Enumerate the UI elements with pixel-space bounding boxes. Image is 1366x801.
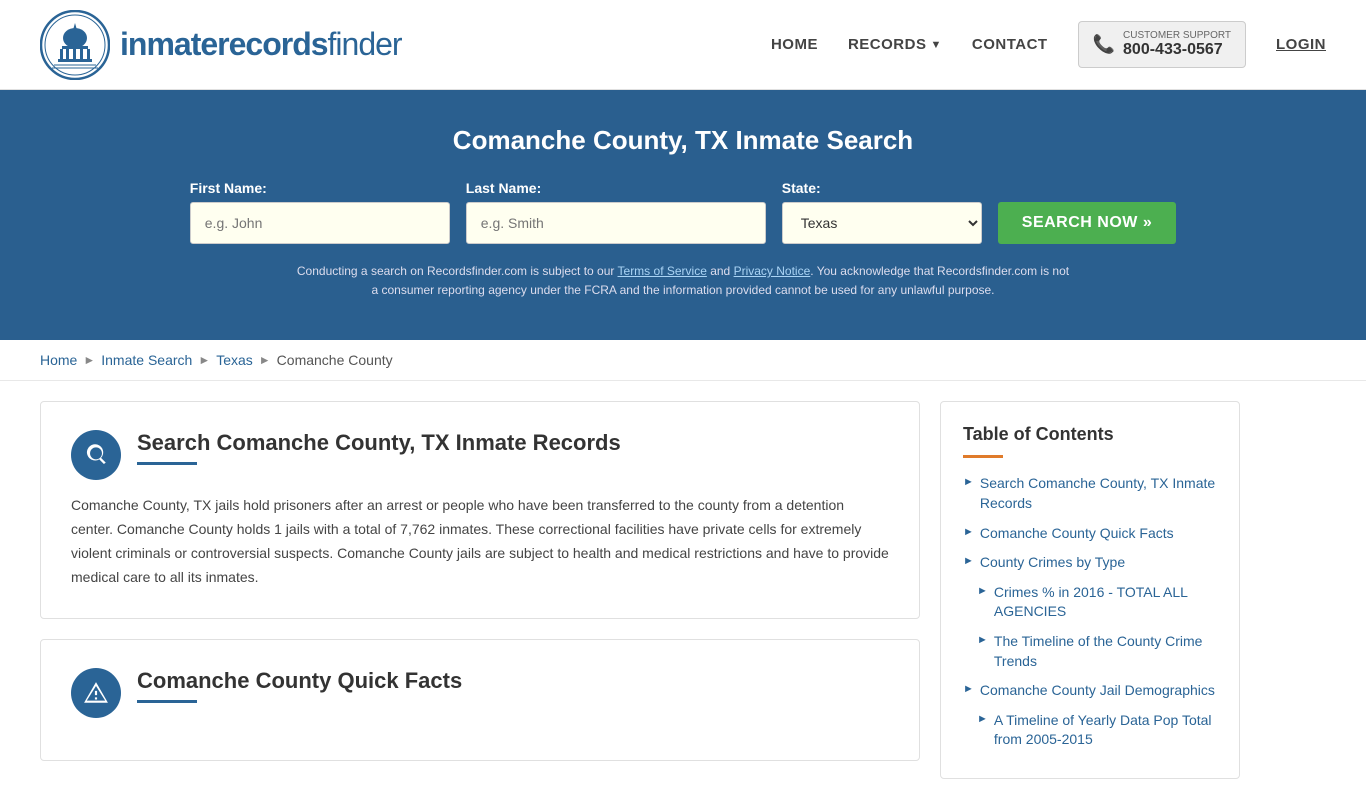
breadcrumb-current: Comanche County: [277, 352, 393, 368]
nav-records[interactable]: RECORDS ▼: [848, 36, 942, 53]
toc-item-3[interactable]: ► County Crimes by Type: [963, 553, 1217, 573]
state-select[interactable]: Texas: [782, 202, 982, 244]
section2-underline: [137, 700, 197, 703]
nav-contact[interactable]: CONTACT: [972, 36, 1048, 53]
site-header: inmaterecordsfinder HOME RECORDS ▼ CONTA…: [0, 0, 1366, 90]
toc-divider: [963, 455, 1003, 458]
hero-disclaimer: Conducting a search on Recordsfinder.com…: [293, 262, 1073, 300]
toc-link-6[interactable]: Comanche County Jail Demographics: [980, 681, 1215, 701]
nav-home[interactable]: HOME: [771, 36, 818, 53]
table-of-contents: Table of Contents ► Search Comanche Coun…: [940, 401, 1240, 779]
section-quick-facts: Comanche County Quick Facts: [40, 639, 920, 761]
nav-login[interactable]: LOGIN: [1276, 36, 1326, 53]
breadcrumb-sep-3: ►: [259, 353, 271, 367]
toc-arrow-6: ►: [963, 683, 974, 695]
terms-link[interactable]: Terms of Service: [618, 264, 707, 278]
section1-title: Search Comanche County, TX Inmate Record…: [137, 430, 621, 456]
toc-item-4[interactable]: ► Crimes % in 2016 - TOTAL ALL AGENCIES: [963, 583, 1217, 622]
toc-item-7[interactable]: ► A Timeline of Yearly Data Pop Total fr…: [963, 711, 1217, 750]
breadcrumb-sep-2: ►: [198, 353, 210, 367]
last-name-label: Last Name:: [466, 180, 541, 196]
toc-link-1[interactable]: Search Comanche County, TX Inmate Record…: [980, 474, 1217, 513]
section1-underline: [137, 462, 197, 465]
toc-link-4[interactable]: Crimes % in 2016 - TOTAL ALL AGENCIES: [994, 583, 1217, 622]
toc-arrow-2: ►: [963, 526, 974, 538]
logo-icon: [40, 10, 110, 80]
section1-body: Comanche County, TX jails hold prisoners…: [71, 494, 889, 589]
privacy-link[interactable]: Privacy Notice: [734, 264, 811, 278]
breadcrumb: Home ► Inmate Search ► Texas ► Comanche …: [0, 340, 1366, 381]
section1-header: Search Comanche County, TX Inmate Record…: [71, 430, 889, 480]
toc-item-1[interactable]: ► Search Comanche County, TX Inmate Reco…: [963, 474, 1217, 513]
section2-header: Comanche County Quick Facts: [71, 668, 889, 718]
hero-title: Comanche County, TX Inmate Search: [40, 125, 1326, 156]
magnifier-icon: [83, 442, 109, 468]
customer-support-box[interactable]: 📞 CUSTOMER SUPPORT 800-433-0567: [1078, 21, 1246, 68]
main-nav: HOME RECORDS ▼ CONTACT 📞 CUSTOMER SUPPOR…: [771, 21, 1326, 68]
customer-support-info: CUSTOMER SUPPORT 800-433-0567: [1123, 30, 1231, 59]
toc-link-2[interactable]: Comanche County Quick Facts: [980, 524, 1174, 544]
toc-item-2[interactable]: ► Comanche County Quick Facts: [963, 524, 1217, 544]
hero-section: Comanche County, TX Inmate Search First …: [0, 90, 1366, 340]
toc-arrow-1: ►: [963, 476, 974, 488]
toc-link-3[interactable]: County Crimes by Type: [980, 553, 1125, 573]
section2-title: Comanche County Quick Facts: [137, 668, 462, 694]
content-area: Search Comanche County, TX Inmate Record…: [40, 401, 940, 780]
first-name-input[interactable]: [190, 202, 450, 244]
toc-item-6[interactable]: ► Comanche County Jail Demographics: [963, 681, 1217, 701]
toc-item-5[interactable]: ► The Timeline of the County Crime Trend…: [963, 632, 1217, 671]
alert-section-icon: [71, 668, 121, 718]
search-section-icon: [71, 430, 121, 480]
state-group: State: Texas: [782, 180, 982, 244]
section2-title-group: Comanche County Quick Facts: [137, 668, 462, 703]
toc-link-7[interactable]: A Timeline of Yearly Data Pop Total from…: [994, 711, 1217, 750]
toc-arrow-5: ►: [977, 634, 988, 646]
alert-icon: [83, 680, 109, 706]
first-name-group: First Name:: [190, 180, 450, 244]
toc-arrow-7: ►: [977, 713, 988, 725]
logo[interactable]: inmaterecordsfinder: [40, 10, 402, 80]
toc-arrow-3: ►: [963, 555, 974, 567]
search-button[interactable]: SEARCH NOW »: [998, 202, 1176, 244]
toc-link-5[interactable]: The Timeline of the County Crime Trends: [994, 632, 1217, 671]
first-name-label: First Name:: [190, 180, 267, 196]
last-name-group: Last Name:: [466, 180, 766, 244]
toc-title: Table of Contents: [963, 424, 1217, 445]
toc-arrow-4: ►: [977, 585, 988, 597]
last-name-input[interactable]: [466, 202, 766, 244]
breadcrumb-sep-1: ►: [83, 353, 95, 367]
sidebar: Table of Contents ► Search Comanche Coun…: [940, 401, 1240, 780]
search-form: First Name: Last Name: State: Texas SEAR…: [40, 180, 1326, 244]
section-inmate-records: Search Comanche County, TX Inmate Record…: [40, 401, 920, 618]
section1-title-group: Search Comanche County, TX Inmate Record…: [137, 430, 621, 465]
breadcrumb-texas[interactable]: Texas: [216, 352, 253, 368]
logo-text: inmaterecordsfinder: [120, 26, 402, 63]
chevron-down-icon: ▼: [930, 39, 941, 51]
state-label: State:: [782, 180, 821, 196]
main-container: Search Comanche County, TX Inmate Record…: [0, 381, 1366, 800]
breadcrumb-home[interactable]: Home: [40, 352, 77, 368]
phone-icon: 📞: [1093, 34, 1115, 55]
breadcrumb-inmate-search[interactable]: Inmate Search: [101, 352, 192, 368]
